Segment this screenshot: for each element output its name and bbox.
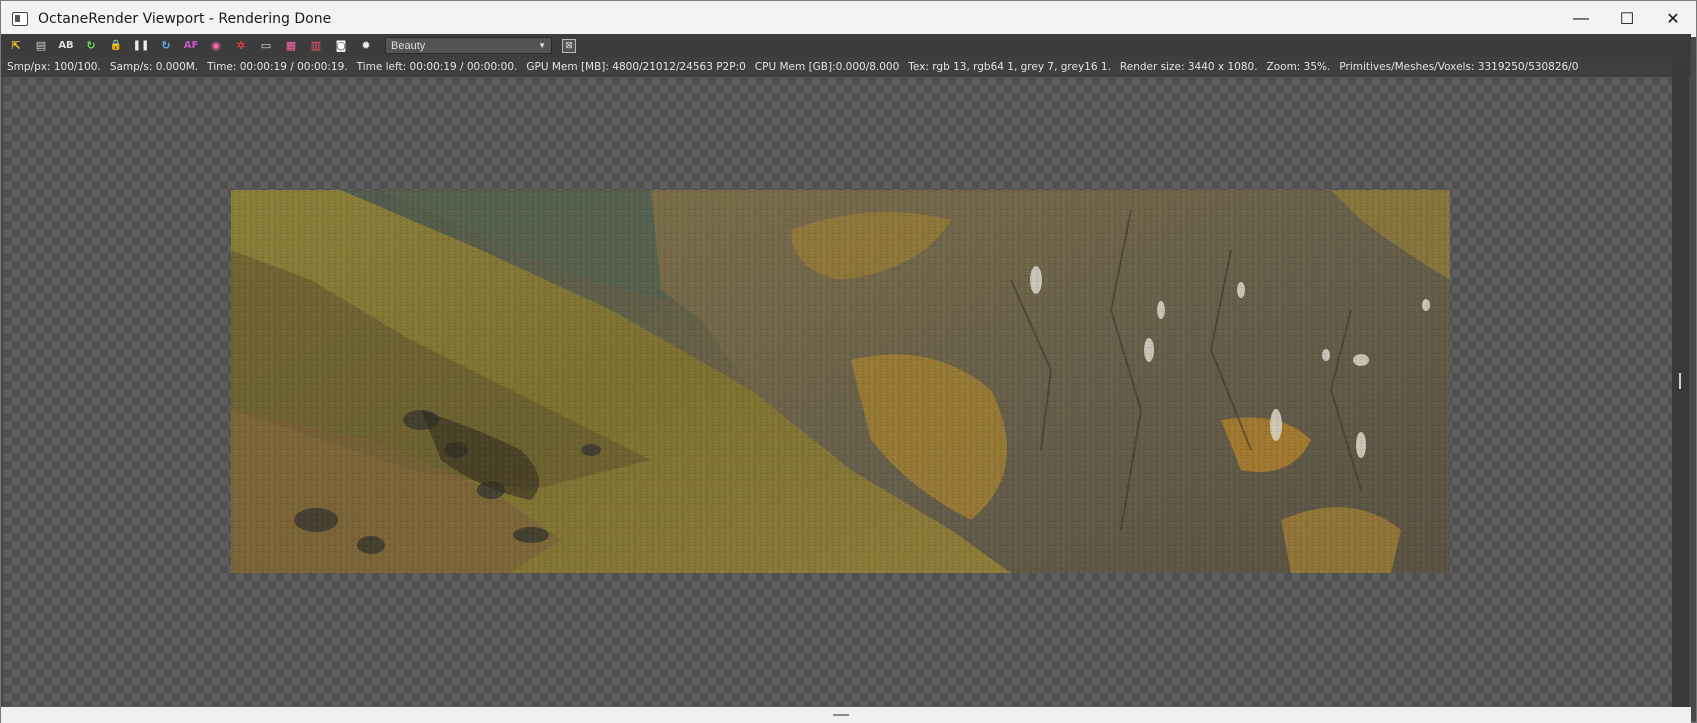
save-render-button[interactable]: ▤ (32, 37, 50, 55)
viewport-window: OctaneRender Viewport - Rendering Done —… (0, 0, 1697, 723)
viewport-settings-button[interactable]: ▭ (257, 37, 275, 55)
resize-grip-icon[interactable] (833, 714, 849, 716)
stat-render-size: Render size: 3440 x 1080. (1119, 61, 1258, 73)
bottom-resize-bar[interactable] (1, 707, 1691, 723)
lock-button[interactable]: 🔒 (107, 37, 125, 55)
app-icon (12, 12, 28, 26)
stat-primitives: Primitives/Meshes/Voxels: 3319250/530826… (1339, 61, 1579, 73)
fit-view-button[interactable]: ⊠ (562, 38, 576, 53)
maximize-button[interactable]: ☐ (1604, 1, 1650, 37)
render-viewport[interactable] (4, 77, 1674, 707)
mountain-landscape-render (231, 190, 1450, 573)
settings-button[interactable]: ✹ (357, 37, 375, 55)
recenter-view-button[interactable]: ⇱ (7, 37, 25, 55)
chevron-down-icon: ▼ (538, 41, 546, 50)
aov-button[interactable]: AF (182, 37, 200, 55)
minimize-button[interactable]: — (1558, 1, 1604, 37)
toolbar-buttons: ⇱ ▤ AB ↻ 🔒 ❚❚ ↻ AF ◉ ✲ ▭ ▦ ▥ ◙ ✹ (1, 37, 375, 55)
stat-samples-per-sec: Samp/s: 0.000M. (109, 61, 199, 73)
film-region-button[interactable]: ▦ (282, 37, 300, 55)
close-button[interactable]: ✕ (1650, 1, 1696, 37)
stat-textures: Tex: rgb 13, rgb64 1, grey 7, grey16 1. (908, 61, 1111, 73)
stat-zoom: Zoom: 35%. (1266, 61, 1331, 73)
render-layers-button[interactable]: ▥ (307, 37, 325, 55)
ab-compare-button[interactable]: AB (57, 37, 75, 55)
render-statistics-bar: Smp/px: 100/100. Samp/s: 0.000M. Time: 0… (1, 57, 1691, 77)
color-picker-button[interactable]: ◉ (207, 37, 225, 55)
pause-render-button[interactable]: ❚❚ (132, 37, 150, 55)
stat-samples-per-px: Smp/px: 100/100. (7, 61, 101, 73)
render-pass-select[interactable]: Beauty ▼ (385, 37, 552, 54)
render-pass-value: Beauty (391, 39, 426, 52)
camera-button[interactable]: ◙ (332, 37, 350, 55)
start-render-button[interactable]: ↻ (157, 37, 175, 55)
title-bar[interactable]: OctaneRender Viewport - Rendering Done —… (1, 1, 1696, 37)
vertical-scrollbar[interactable] (1672, 57, 1689, 707)
rendered-image[interactable] (231, 190, 1450, 573)
region-render-button[interactable]: ✲ (232, 37, 250, 55)
toolbar: ⇱ ▤ AB ↻ 🔒 ❚❚ ↻ AF ◉ ✲ ▭ ▦ ▥ ◙ ✹ Beauty ▼ ⊠ (1, 34, 1691, 57)
stat-time: Time: 00:00:19 / 00:00:19. (207, 61, 348, 73)
scrollbar-thumb[interactable] (1679, 373, 1681, 389)
window-title: OctaneRender Viewport - Rendering Done (38, 11, 332, 27)
stat-time-left: Time left: 00:00:19 / 00:00:00. (356, 61, 518, 73)
stat-gpu-mem: GPU Mem [MB]: 4800/21012/24563 P2P:0 (526, 61, 746, 73)
stat-cpu-mem: CPU Mem [GB]:0.000/8.000 (754, 61, 900, 73)
window-controls: — ☐ ✕ (1558, 1, 1696, 37)
restart-render-button[interactable]: ↻ (82, 37, 100, 55)
